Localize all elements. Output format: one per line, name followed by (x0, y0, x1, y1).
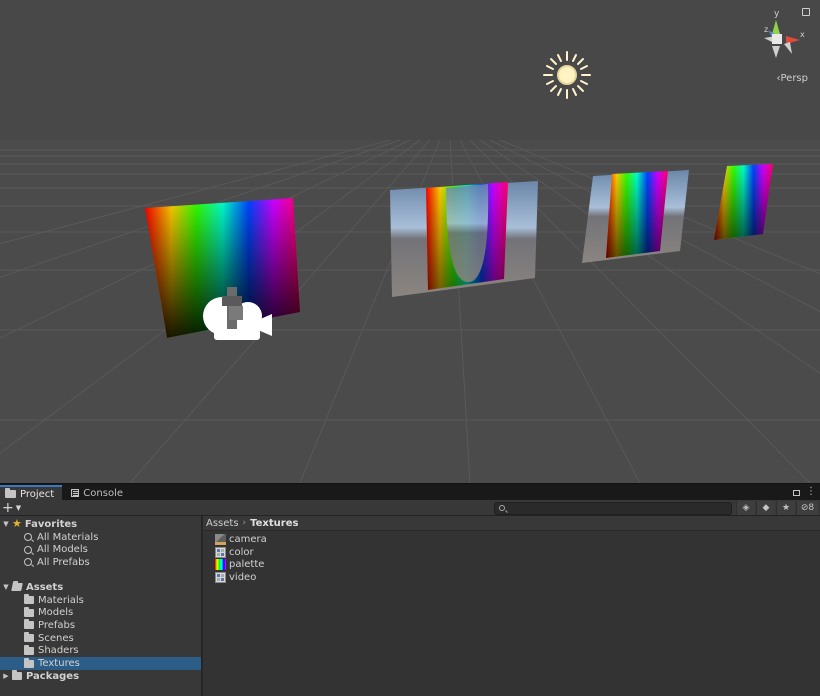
asset-item-video[interactable]: video (215, 571, 256, 584)
tree-item-label: All Models (37, 544, 88, 556)
hidden-packages-toggle[interactable]: ⊘ 8 (796, 501, 818, 515)
palette-texture-icon (215, 559, 226, 571)
scene-canvas[interactable] (0, 0, 820, 483)
tree-item-all-materials[interactable]: All Materials (0, 531, 201, 544)
search-input[interactable] (509, 503, 729, 514)
console-icon (71, 489, 80, 497)
breadcrumb-chevron-icon: › (242, 518, 247, 528)
folder-icon (24, 594, 34, 605)
tab-console[interactable]: Console (66, 485, 128, 501)
asset-name: video (229, 571, 257, 583)
kebab-menu-icon[interactable]: ⋮ (806, 486, 816, 497)
breadcrumb-current[interactable]: Textures (250, 518, 298, 529)
texture-icon (215, 546, 226, 558)
tab-console-label: Console (83, 487, 123, 499)
folder-icon (24, 644, 34, 655)
skybox-quad-3[interactable] (582, 170, 689, 263)
folder-icon (24, 619, 34, 630)
asset-item-camera[interactable]: camera (215, 533, 267, 546)
tree-item-prefabs[interactable]: Prefabs (0, 619, 201, 632)
project-toolbar: + ▼ ◈ ◆ ★ ⊘ 8 (0, 500, 820, 516)
tree-item-textures[interactable]: Textures (0, 657, 201, 670)
tree-item-models[interactable]: Models (0, 606, 201, 619)
expand-arrow-icon[interactable]: ▼ (2, 583, 10, 591)
search-icon (24, 558, 32, 567)
search-icon (24, 533, 32, 542)
project-panel: Project Console ⋮ + ▼ ◈ ◆ ★ ⊘ 8 ▼ ★ Favo… (0, 483, 820, 696)
folder-icon (5, 488, 16, 498)
gizmo-y-label: y (774, 9, 780, 19)
asset-item-color[interactable]: color (215, 546, 254, 559)
folder-open-icon (11, 583, 23, 592)
tree-item-materials[interactable]: Materials (0, 594, 201, 607)
hidden-packages-icon: ⊘ (800, 503, 809, 513)
panel-tab-bar: Project Console ⋮ (0, 483, 820, 501)
tree-item-label: All Prefabs (37, 556, 90, 568)
gizmo-x-label: x (800, 30, 805, 39)
axis-gizmo-icon[interactable]: y x z (754, 8, 812, 70)
asset-name: palette (229, 559, 265, 571)
lock-icon[interactable] (793, 490, 800, 496)
tree-item-scenes[interactable]: Scenes (0, 632, 201, 645)
tree-item-all-prefabs[interactable]: All Prefabs (0, 556, 201, 569)
gizmo-z-label: z (764, 25, 768, 34)
search-by-type-icon[interactable]: ◈ (736, 501, 755, 515)
render-texture-icon (215, 533, 226, 545)
asset-name: camera (229, 533, 267, 545)
scene-view[interactable]: y x z ‹Persp (0, 0, 820, 483)
breadcrumb: Assets › Textures (203, 516, 820, 531)
search-by-label-icon[interactable]: ◆ (756, 501, 775, 515)
collapse-arrow-icon[interactable]: ▶ (2, 672, 10, 680)
tab-project[interactable]: Project (0, 485, 62, 501)
search-icon (24, 545, 32, 554)
tree-packages-label: Packages (26, 670, 80, 682)
skybox-quad-2[interactable] (390, 181, 538, 297)
tree-item-all-models[interactable]: All Models (0, 543, 201, 556)
tab-project-label: Project (20, 488, 55, 500)
breadcrumb-assets[interactable]: Assets (206, 518, 239, 529)
texture-icon (215, 571, 226, 583)
folder-icon (24, 657, 34, 668)
star-icon: ★ (12, 517, 22, 531)
search-icon (499, 505, 505, 511)
tree-item-label: All Materials (37, 531, 99, 543)
tree-item-label: Prefabs (38, 619, 76, 631)
asset-item-palette[interactable]: palette (215, 558, 264, 571)
orientation-gizmo[interactable]: y x z ‹Persp (754, 6, 812, 86)
tree-item-label: Shaders (38, 645, 79, 657)
asset-browser: Assets › Textures camera color palette v… (203, 516, 820, 696)
tree-packages[interactable]: ▶ Packages (0, 670, 201, 683)
persp-toggle[interactable]: ‹Persp (777, 73, 809, 84)
tree-item-label: Materials (38, 594, 84, 606)
folder-tree: ▼ ★ Favorites All Materials All Models A… (0, 516, 202, 696)
tree-item-shaders[interactable]: Shaders (0, 644, 201, 658)
chevron-down-icon: ▼ (15, 504, 22, 512)
tree-item-label: Models (38, 607, 74, 619)
tree-assets[interactable]: ▼ Assets (0, 581, 201, 594)
add-asset-button[interactable]: + ▼ (2, 501, 24, 515)
add-label: + (2, 500, 14, 516)
folder-icon (12, 670, 22, 681)
directional-light-icon[interactable] (543, 51, 591, 99)
folder-icon (24, 632, 34, 643)
tree-favorites-label: Favorites (24, 518, 78, 530)
folder-icon (24, 606, 34, 617)
expand-arrow-icon[interactable]: ▼ (2, 520, 10, 528)
favorite-star-icon[interactable]: ★ (776, 501, 795, 515)
tree-item-label: Scenes (38, 632, 74, 644)
search-field[interactable] (494, 502, 732, 515)
tree-favorites[interactable]: ▼ ★ Favorites (0, 517, 201, 531)
tree-item-label: Textures (38, 658, 80, 670)
tree-assets-label: Assets (26, 581, 64, 593)
hidden-count: 8 (808, 503, 815, 513)
asset-name: color (229, 546, 254, 558)
